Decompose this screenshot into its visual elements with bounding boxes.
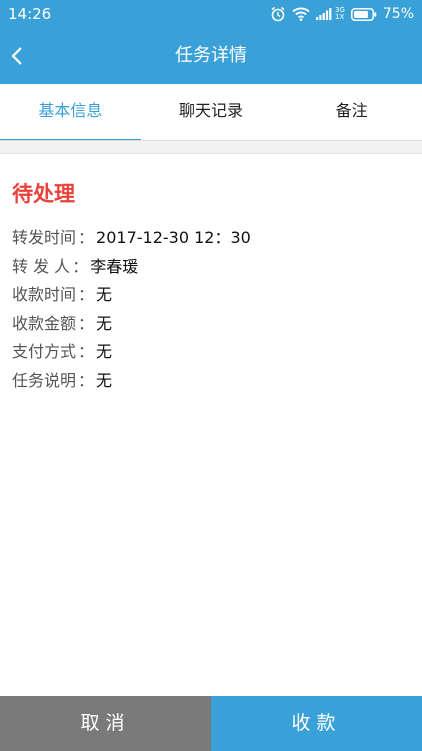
field-value: 无: [96, 285, 113, 304]
field-separator: ：: [78, 313, 95, 333]
battery-icon: [350, 7, 377, 21]
field-value: 无: [96, 342, 113, 361]
field-label: 转发时间: [12, 228, 77, 247]
field-payment-method: 支付方式：无: [12, 338, 410, 367]
page-title: 任务详情: [175, 45, 247, 66]
task-detail-content: 待处理 转发时间： 2017-12-30 12：30 转 发 人：李春瑗 收款时间…: [12, 154, 410, 395]
task-info-list: 转发时间： 2017-12-30 12：30 转 发 人：李春瑗 收款时间：无 收…: [12, 224, 410, 395]
field-value: 无: [96, 313, 113, 333]
section-divider: [0, 140, 422, 154]
field-collect-amount: 收款金额：无: [12, 310, 410, 339]
field-forward-time: 转发时间： 2017-12-30 12：30: [12, 224, 410, 253]
battery-percent: 75%: [382, 6, 414, 22]
field-value: 2017-12-30 12：30: [96, 228, 251, 247]
field-forwarder: 转 发 人：李春瑗: [12, 253, 410, 282]
status-bar: 14:26 3G 1X 75%: [0, 0, 422, 28]
bottom-action-bar: 取消 收款: [0, 696, 422, 751]
status-icons: 3G 1X 75%: [270, 6, 414, 22]
wifi-icon: [292, 7, 310, 21]
field-value: 李春瑗: [90, 256, 139, 276]
alarm-icon: [270, 6, 286, 22]
field-task-description: 任务说明：无: [12, 367, 410, 396]
task-status: 待处理: [12, 182, 75, 206]
status-time: 14:26: [8, 5, 52, 23]
network-type: 3G 1X: [335, 7, 345, 21]
tab-notes[interactable]: 备注: [281, 84, 422, 140]
tab-chat-history[interactable]: 聊天记录: [141, 84, 282, 140]
collect-payment-button[interactable]: 收款: [211, 696, 422, 751]
cancel-button[interactable]: 取消: [0, 696, 211, 751]
field-collect-time: 收款时间：无: [12, 281, 410, 310]
field-label: 收款时间: [12, 285, 77, 304]
network-1x: 1X: [334, 13, 345, 21]
field-separator: ：: [78, 285, 95, 304]
field-separator: ：: [72, 256, 89, 276]
field-label: 支付方式: [12, 342, 77, 361]
field-separator: ：: [78, 370, 95, 390]
field-label: 收款金额: [12, 313, 77, 333]
field-label: 任务说明: [12, 370, 77, 390]
field-label: 转 发 人: [12, 256, 71, 276]
field-separator: ：: [78, 228, 95, 247]
tab-bar: 基本信息 聊天记录 备注: [0, 84, 422, 142]
field-value: 无: [96, 370, 113, 390]
signal-icon: [315, 7, 332, 21]
tab-basic-info[interactable]: 基本信息: [0, 84, 141, 142]
app-header: 任务详情: [0, 28, 422, 84]
field-separator: ：: [78, 342, 95, 361]
